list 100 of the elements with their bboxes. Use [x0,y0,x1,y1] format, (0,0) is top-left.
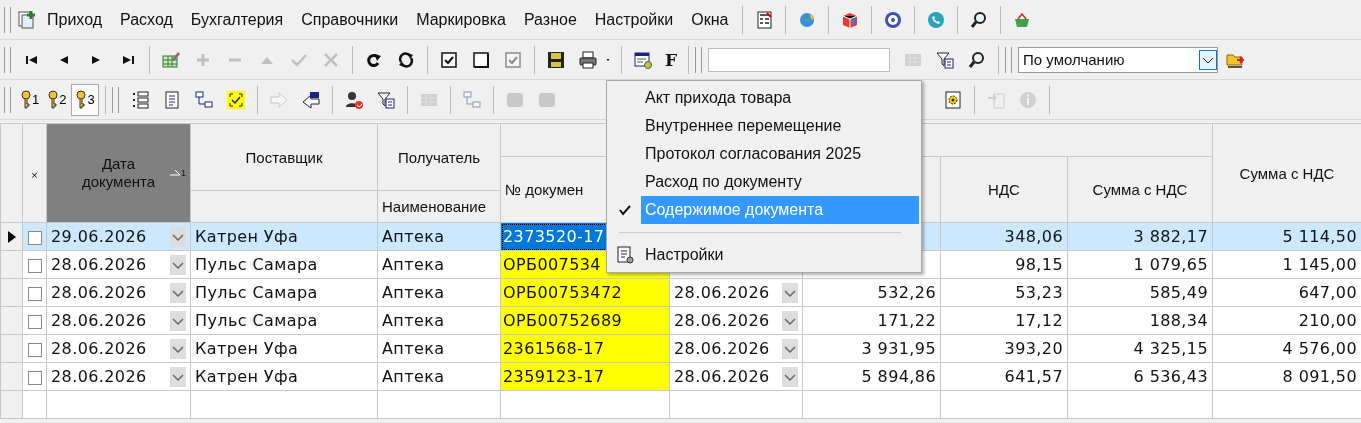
toolbar-grip[interactable] [4,46,11,73]
row-checkbox[interactable] [27,314,42,329]
toolbar-grip[interactable] [4,6,11,33]
document-settings-icon [615,245,635,265]
key-icon [75,89,88,110]
row-checkbox[interactable] [27,258,42,273]
column-header[interactable]: Сумма с НДС [1212,123,1361,223]
table-cell: Катрен Уфа [195,367,299,386]
table-cell: Пульс Самара [195,255,318,274]
table-cell: 210,00 [1298,311,1357,330]
menu-item[interactable]: Настройки [586,6,682,33]
menu-item[interactable]: Расход [112,6,181,33]
font-button[interactable]: F [665,49,678,70]
menu-item[interactable]: Разное [515,6,585,33]
current-row-icon [7,230,16,243]
table-cell: 53,23 [1015,283,1063,302]
row-checkbox[interactable] [27,370,42,385]
table-cell: 6 536,43 [1133,367,1208,386]
column-header[interactable]: НДС [940,156,1068,223]
menu-item[interactable]: Акт прихода товара [609,84,919,112]
filter-icon[interactable] [375,89,396,110]
table-cell: Аптека [382,283,445,302]
table-cell: 28.06.2026 [51,339,147,358]
sync-icon[interactable] [396,49,416,70]
row-checkbox[interactable] [27,286,42,301]
table-cell: 532,26 [877,283,936,302]
table-cell: 585,49 [1149,283,1208,302]
settings-icon[interactable] [633,49,653,70]
table-cell: ОРБ00753472 [500,278,670,307]
menu-item[interactable]: Окна [683,6,737,33]
phone-icon[interactable] [926,9,947,30]
table-cell: 28.06.2026 [51,255,147,274]
column-header[interactable]: Получатель [377,123,501,191]
table-cell: Катрен Уфа [195,227,299,246]
table-cell: 1 079,65 [1133,255,1208,274]
table-cell: 348,06 [1004,227,1063,246]
row-checkbox[interactable] [27,342,42,357]
table-cell: Аптека [382,339,445,358]
filter-icon[interactable] [935,49,956,70]
table-cell: 2359123-17 [500,362,670,391]
table-cell: 171,22 [877,311,936,330]
table-cell: 641,57 [1004,367,1063,386]
table-cell: 98,15 [1015,255,1063,274]
table-cell: Пульс Самара [195,283,318,302]
table-cell: 393,20 [1004,339,1063,358]
column-header[interactable]: Наименование [377,190,501,223]
left-arrow-icon[interactable] [300,89,321,110]
table-cell: 3 882,17 [1133,227,1208,246]
toolbar-grip[interactable] [1005,46,1013,73]
table-cell: 29.06.2026 [51,227,147,246]
table-cell: Катрен Уфа [195,339,299,358]
table-cell: 188,34 [1149,311,1208,330]
key-button[interactable]: 1 [17,83,43,116]
user-check-icon[interactable] [343,89,364,110]
column-header[interactable]: Поставщик [190,123,378,191]
menu-item[interactable]: Внутреннее перемещение [609,112,919,140]
menu-item[interactable]: Справочники [293,6,407,33]
table-cell: 5 894,86 [861,367,936,386]
table-cell: 4 325,15 [1133,339,1208,358]
key-icon [20,89,32,110]
menu-item[interactable]: Приход [39,6,111,33]
toolbar-grip[interactable] [4,86,11,113]
checkbox-icon[interactable] [439,49,459,70]
table-cell: 28.06.2026 [674,283,770,302]
key-button[interactable]: 3 [71,83,99,116]
document-add-icon [17,9,37,30]
table-cell: 28.06.2026 [674,367,770,386]
table-cell: Аптека [382,311,445,330]
table-cell: 1 145,00 [1282,255,1357,274]
table-cell: 4 576,00 [1282,339,1357,358]
column-header[interactable]: × [31,168,38,181]
column-header[interactable]: Сумма с НДС [1067,156,1213,223]
table-cell: 28.06.2026 [51,311,147,330]
table-cell: Аптека [382,255,445,274]
table-cell: 2361568-17 [500,334,670,363]
menu-item[interactable]: Бухгалтерия [182,6,292,33]
search-field[interactable] [708,47,891,72]
calculator-icon[interactable] [754,9,775,30]
row-checkbox[interactable] [27,230,42,245]
key-button[interactable]: 2 [44,83,70,116]
table-cell: 647,00 [1298,283,1357,302]
table-cell: Пульс Самара [195,311,318,330]
save-icon[interactable] [546,49,566,70]
empty-checkbox-icon[interactable] [471,49,491,70]
toolbar-grip[interactable] [111,86,119,113]
dropdown-icon[interactable] [1199,48,1218,71]
sort-icon [169,168,182,176]
key-icon [47,89,60,110]
table-cell: Аптека [382,367,445,386]
table-cell: 28.06.2026 [674,311,770,330]
table-cell: ОРБ00752689 [500,306,670,335]
table-edit-icon[interactable] [161,49,181,70]
printer-icon[interactable] [578,49,598,70]
gear-document-icon[interactable] [942,89,963,110]
toolbar-grip[interactable] [695,46,703,73]
table-cell: 17,12 [1015,311,1063,330]
menu-item[interactable]: Маркировка [408,6,514,33]
table-cell: 28.06.2026 [51,367,147,386]
check-frame-icon[interactable] [225,89,246,110]
tree-icon[interactable] [193,89,214,110]
